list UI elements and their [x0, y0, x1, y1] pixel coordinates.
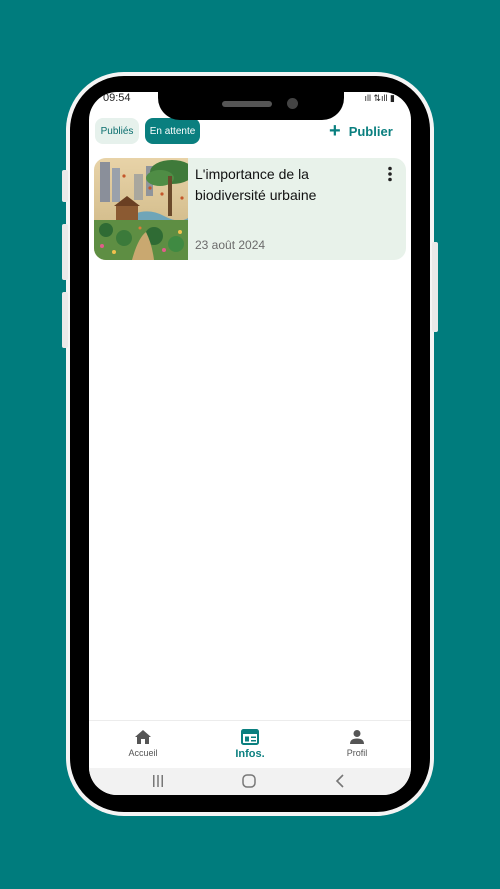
- status-time: 09:54: [103, 92, 131, 104]
- volume-down-button: [62, 292, 68, 348]
- publish-label: Publier: [348, 123, 393, 139]
- bottom-navigation: Accueil Infos. Profil: [89, 720, 411, 766]
- publish-button[interactable]: + Publier: [329, 118, 393, 144]
- phone-side-button: [62, 170, 68, 202]
- nav-profile-label: Profil: [346, 748, 368, 758]
- home-circle-icon[interactable]: [241, 774, 257, 788]
- nav-home-label: Accueil: [128, 748, 158, 758]
- power-button: [432, 242, 438, 332]
- phone-notch: [158, 76, 344, 120]
- person-icon: [350, 730, 364, 744]
- back-icon[interactable]: [334, 774, 346, 788]
- speaker-grille: [222, 101, 272, 107]
- post-date: 23 août 2024: [195, 238, 266, 252]
- news-icon: [241, 729, 259, 745]
- nav-infos[interactable]: Infos.: [200, 721, 300, 767]
- tab-pending[interactable]: En attente: [145, 118, 200, 144]
- nav-home[interactable]: Accueil: [93, 721, 193, 767]
- phone-screen: 09:54 ıll ⇅ıll ▮ Publiés En attente + Pu…: [89, 92, 411, 795]
- system-navigation-bar: [89, 768, 411, 795]
- plus-icon: +: [329, 120, 341, 142]
- status-icons: ıll ⇅ıll ▮: [364, 93, 396, 103]
- nav-profile[interactable]: Profil: [307, 721, 407, 767]
- post-thumbnail: [94, 158, 188, 260]
- post-title: L'importance de la biodiversité urbaine: [195, 166, 317, 203]
- more-vertical-icon[interactable]: [386, 166, 394, 182]
- home-icon: [135, 730, 151, 744]
- tab-published[interactable]: Publiés: [95, 118, 139, 144]
- nav-infos-label: Infos.: [235, 748, 265, 760]
- recent-apps-icon[interactable]: [151, 774, 165, 788]
- post-card[interactable]: L'importance de la biodiversité urbaine …: [94, 158, 406, 260]
- volume-up-button: [62, 224, 68, 280]
- front-camera: [287, 98, 298, 109]
